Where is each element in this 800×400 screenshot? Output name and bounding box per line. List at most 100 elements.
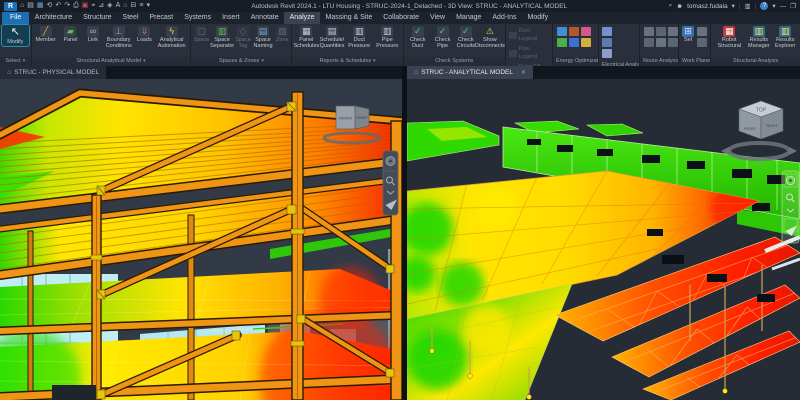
equipment-load-icon[interactable] [602, 49, 612, 58]
update-routes-icon[interactable] [656, 38, 666, 47]
show-work-plane-icon[interactable] [697, 27, 707, 36]
redo-icon[interactable]: ↷ [64, 0, 70, 12]
space-tag-button[interactable]: ◇Space Tag [235, 25, 251, 50]
analytical-automation-button[interactable]: ϟAnalytical Automation [155, 25, 188, 50]
user-avatar-icon[interactable]: ☻ [676, 3, 683, 10]
check-circuits-button[interactable]: ✓Check Circuits [456, 25, 477, 50]
space-naming-button[interactable]: ▤Space Naming [252, 25, 274, 50]
qat-more-icon[interactable]: ▾ [146, 0, 150, 12]
search-icon[interactable]: ⌕ [669, 2, 673, 10]
check-pipe-systems-button[interactable]: ✓Check Pipe Systems [431, 25, 455, 50]
view-tab-analytical-model[interactable]: ⌂ STRUC - ANALYTICAL MODEL ✕ [407, 66, 534, 79]
electrical-settings-icon[interactable] [602, 27, 612, 36]
tab-structure[interactable]: Structure [78, 12, 117, 24]
power-analytical-icon[interactable] [602, 38, 612, 47]
set-work-plane-button[interactable]: ⊞Set [681, 25, 695, 44]
duct-legend-button[interactable]: Duct Legend [509, 27, 549, 43]
print-icon[interactable]: ⎙ [73, 0, 79, 12]
spatial-grid-icon[interactable] [656, 27, 666, 36]
boundary-conditions-icon: ⊥ [113, 26, 125, 37]
tag-icon[interactable]: ◈ [107, 0, 112, 12]
restore-button[interactable]: ❐ [790, 2, 796, 10]
pipe-pressure-loss-report-button[interactable]: ▥Pipe Pressure Loss Report [374, 25, 401, 50]
section-icon[interactable]: ⊟ [130, 0, 136, 12]
measure-icon[interactable]: ⌖ [91, 0, 95, 12]
panel-label-route-analysis[interactable]: Route Analysis▾ [640, 57, 678, 66]
signed-in-user[interactable]: tomasz.fudala [687, 3, 727, 10]
results-explorer-button[interactable]: ▥Results Explorer [773, 25, 798, 50]
3d-view-icon[interactable]: ⌂ [123, 0, 127, 12]
tab-massing-site[interactable]: Massing & Site [320, 12, 378, 24]
route-settings-icon[interactable] [668, 27, 678, 36]
systems-analysis-icon[interactable] [569, 38, 579, 47]
tab-analyze[interactable]: Analyze [284, 12, 320, 24]
create-energy-model-icon[interactable] [569, 27, 579, 36]
help-icon[interactable]: ? [760, 2, 768, 10]
close-view-icon[interactable]: ✕ [521, 69, 526, 76]
schedule-quantities-button[interactable]: ▤Schedule/ Quantities [319, 25, 344, 50]
robot-structural-analysis-button[interactable]: ▦Robot Structural Analysis [713, 25, 745, 50]
home-icon[interactable]: ⌂ [20, 0, 24, 12]
pipe-legend-button[interactable]: Pipe Legend [509, 45, 549, 61]
results-manager-button[interactable]: ▥Results Manager [746, 25, 771, 50]
tab-architecture[interactable]: Architecture [29, 12, 77, 24]
navigation-bar[interactable] [383, 151, 398, 215]
undo-icon[interactable]: ↶ [55, 0, 61, 12]
tab-view[interactable]: View [425, 12, 451, 24]
results-compare-icon[interactable] [581, 38, 591, 47]
generate-icon[interactable] [581, 27, 591, 36]
tab-collaborate[interactable]: Collaborate [378, 12, 425, 24]
navigation-bar[interactable] [782, 171, 799, 243]
modify-button[interactable]: ↖ Modify [2, 25, 29, 46]
minimize-button[interactable]: — [780, 3, 787, 10]
revit-logo-icon[interactable]: R [4, 2, 17, 11]
show-disconnects-button[interactable]: ⚠Show Disconnects [477, 25, 502, 50]
space-button[interactable]: ▢Space [193, 25, 209, 44]
tab-modify[interactable]: Modify [522, 12, 554, 24]
tab-annotate[interactable]: Annotate [245, 12, 284, 24]
app-store-icon[interactable]: ▥ [745, 2, 751, 10]
tab-manage[interactable]: Manage [451, 12, 487, 24]
optimize-icon[interactable] [557, 38, 567, 47]
loads-button[interactable]: ⇓Loads [135, 25, 154, 44]
text-icon[interactable]: A [116, 0, 121, 12]
check-duct-systems-button[interactable]: ✓Check Duct Systems [406, 25, 430, 50]
tab-systems[interactable]: Systems [179, 12, 217, 24]
tab-add-ins[interactable]: Add-Ins [487, 12, 522, 24]
check-pipe-systems-icon: ✓ [437, 26, 449, 37]
reveal-obstacles-icon[interactable] [644, 38, 654, 47]
aligned-dimension-icon[interactable]: ⊿ [98, 0, 104, 12]
panel-schedules-button[interactable]: ▦Panel Schedules [294, 25, 318, 50]
path-of-travel-icon[interactable] [644, 27, 654, 36]
view-tab-physical-model[interactable]: ⌂ STRUC - PHYSICAL MODEL [0, 66, 107, 79]
user-dropdown-icon[interactable]: ▾ [732, 2, 735, 10]
thin-lines-icon[interactable]: ≡ [139, 0, 143, 12]
tab-insert[interactable]: Insert [217, 12, 246, 24]
tab-steel[interactable]: Steel [117, 12, 144, 24]
physical-model-canvas[interactable]: FRONT RIGHT [0, 79, 402, 400]
member-button[interactable]: ╱Member [34, 25, 58, 44]
panel-label-reports-schedules[interactable]: Reports & Schedules▾ [292, 57, 402, 66]
tab-precast[interactable]: Precast [144, 12, 179, 24]
analytical-model-canvas[interactable]: TOP FRONT RIGHT W S [407, 79, 800, 400]
panel-label-spaces-zones[interactable]: Spaces & Zones▾ [191, 57, 291, 66]
tab-file[interactable]: File [2, 12, 29, 24]
link-button[interactable]: ∞Link [83, 25, 102, 44]
help-dropdown-icon[interactable]: ▾ [772, 2, 775, 10]
sync-icon[interactable]: ⟲ [46, 0, 52, 12]
boundary-conditions-button[interactable]: ⊥Boundary Conditions [104, 25, 134, 50]
panel-button[interactable]: ▰Panel [59, 25, 83, 44]
delete-routes-icon[interactable] [668, 38, 678, 47]
zone-button[interactable]: ▧Zone [275, 25, 289, 44]
energy-settings-icon[interactable] [557, 27, 567, 36]
duct-pressure-loss-report-button[interactable]: ▥Duct Pressure Loss Report [346, 25, 373, 50]
modify-cursor-icon: ↖ [8, 26, 23, 39]
panel-label-select[interactable]: Select▾ [0, 57, 31, 66]
open-icon[interactable]: ▤ [27, 0, 34, 12]
space-separator-button[interactable]: ▥Space Separator [210, 25, 234, 50]
save-icon[interactable]: ▦ [37, 0, 44, 12]
ref-plane-icon[interactable] [697, 38, 707, 47]
panel-label-structural-analytical-model[interactable]: Structural Analytical Model▾ [32, 57, 191, 66]
color-fill-legend-button[interactable]: Color Fill Legend [509, 63, 549, 66]
close-hidden-windows-icon[interactable]: ▣ [82, 0, 89, 12]
